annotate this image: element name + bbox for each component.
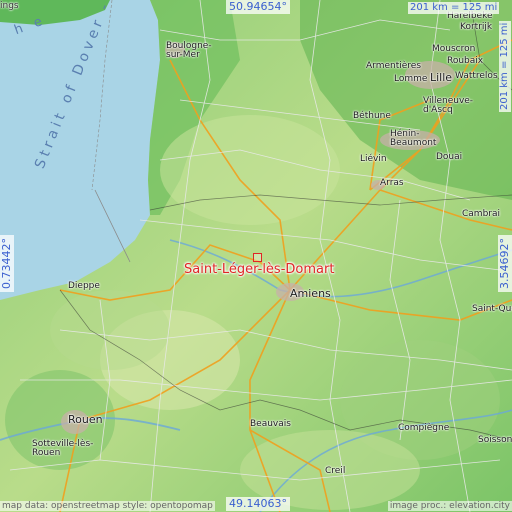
place-label: Lille (430, 71, 453, 84)
place-label: Beauvais (250, 419, 291, 429)
place-label: Armentières (366, 61, 422, 71)
place-label: Rouen (68, 413, 103, 426)
latitude-top: 50.94654° (226, 0, 290, 14)
scale-horizontal: 201 km = 125 mi (408, 2, 500, 14)
topographic-map[interactable]: Strait of Dover - Pas h e ings Boulogne-… (0, 0, 512, 512)
latitude-bottom: 49.14063° (226, 497, 290, 511)
place-label: Béthune (353, 111, 391, 121)
place-label: Liévin (360, 154, 387, 164)
place-label: Wattrelos (455, 71, 498, 81)
place-label: Boulogne-sur-Mer (166, 41, 212, 60)
place-label: Roubaix (447, 56, 484, 66)
place-label: Dieppe (68, 281, 100, 291)
place-label: Amiens (290, 287, 331, 300)
location-marker-icon[interactable] (253, 253, 262, 262)
place-label: Compiègne (398, 423, 450, 433)
place-label: Arras (380, 178, 404, 188)
place-label: Saint-Quent (472, 304, 512, 314)
sea-label-fragment: ings (0, 1, 19, 11)
scale-vertical: 201 km = 125 mi (499, 20, 511, 112)
place-label: Hénin-Beaumont (390, 129, 437, 148)
place-label: Soisson (478, 435, 512, 445)
longitude-left: 0.73442° (0, 235, 14, 292)
longitude-right: 3.54692° (498, 235, 512, 292)
place-label: Creil (325, 466, 346, 476)
place-label: Lomme (394, 74, 428, 84)
place-label: Villeneuve-d'Ascq (423, 96, 474, 115)
place-label: Douai (436, 152, 463, 162)
target-location-label: Saint-Léger-lès-Domart (184, 262, 335, 277)
place-label: Cambrai (462, 209, 500, 219)
map-credit: map data: openstreetmap style: opentopom… (0, 501, 215, 511)
place-label: Mouscron (432, 44, 476, 54)
place-label: Sotteville-lès-Rouen (32, 439, 94, 458)
place-label: Kortrijk (460, 22, 493, 32)
image-credit: image proc.: elevation.city (387, 501, 512, 511)
